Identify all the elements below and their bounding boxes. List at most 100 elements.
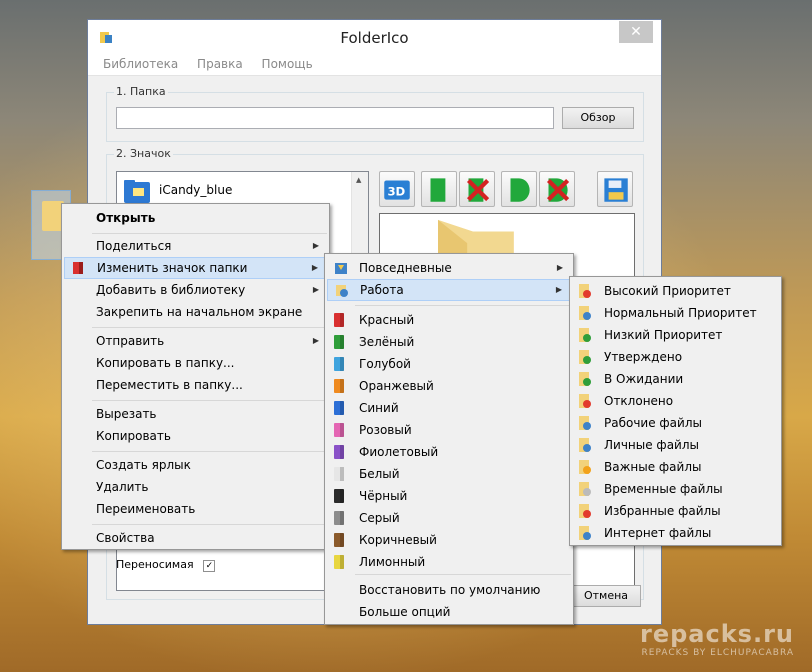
menu-item-color[interactable]: Голубой xyxy=(327,353,571,375)
close-icon: ✕ xyxy=(630,24,642,40)
menu-item-color[interactable]: Фиолетовый xyxy=(327,441,571,463)
work-submenu-item-label: Личные файлы xyxy=(604,438,699,452)
folder-path-input[interactable] xyxy=(116,107,554,129)
folder-group-label: 1. Папка xyxy=(114,85,168,98)
work-submenu-item[interactable]: Временные файлы xyxy=(572,478,779,500)
menu-item-rename[interactable]: Переименовать xyxy=(64,498,327,520)
menu-item-send-to-label: Отправить xyxy=(96,334,165,348)
menu-item-color[interactable]: Синий xyxy=(327,397,571,419)
work-submenu-item[interactable]: Личные файлы xyxy=(572,434,779,456)
cancel-button[interactable]: Отмена xyxy=(571,585,641,607)
rejected-icon xyxy=(579,394,591,408)
menu-item-color-label: Лимонный xyxy=(359,555,426,569)
colored-folder-icon xyxy=(334,511,344,525)
scroll-up-icon[interactable]: ▲ xyxy=(356,176,361,184)
work-submenu-item[interactable]: Важные файлы xyxy=(572,456,779,478)
menu-item-color[interactable]: Коричневый xyxy=(327,529,571,551)
menu-item-share[interactable]: Поделиться ▶ xyxy=(64,235,327,257)
menu-item-color-label: Фиолетовый xyxy=(359,445,439,459)
apply-icon-button[interactable] xyxy=(421,171,457,207)
status-dot xyxy=(583,444,591,452)
title-bar[interactable]: FolderIco ✕ xyxy=(88,20,661,54)
work-submenu-item[interactable]: Избранные файлы xyxy=(572,500,779,522)
menu-item-more-options[interactable]: Больше опций xyxy=(327,601,571,623)
menu-item-cut[interactable]: Вырезать xyxy=(64,403,327,425)
icon-group-label: 2. Значок xyxy=(114,147,173,160)
apply-subfolders-button[interactable] xyxy=(501,171,537,207)
menu-item-color-label: Чёрный xyxy=(359,489,408,503)
menu-item-restore-default[interactable]: Восстановить по умолчанию xyxy=(327,579,571,601)
menu-item-color[interactable]: Розовый xyxy=(327,419,571,441)
menu-item-copy[interactable]: Копировать xyxy=(64,425,327,447)
menu-item-properties[interactable]: Свойства xyxy=(64,527,327,549)
menu-item-everyday[interactable]: Повседневные ▶ xyxy=(327,257,571,279)
menu-item-color[interactable]: Зелёный xyxy=(327,331,571,353)
status-dot xyxy=(583,488,591,496)
3d-button[interactable]: 3D xyxy=(379,171,415,207)
menu-item-pin-start[interactable]: Закрепить на начальном экране xyxy=(64,301,327,323)
work-submenu-item[interactable]: Рабочие файлы xyxy=(572,412,779,434)
remove-subfolders-button[interactable] xyxy=(539,171,575,207)
menu-item-create-shortcut[interactable]: Создать ярлык xyxy=(64,454,327,476)
menu-separator xyxy=(355,305,571,306)
menu-item-open[interactable]: Открыть xyxy=(64,207,327,229)
menu-item-color[interactable]: Красный xyxy=(327,309,571,331)
menu-library[interactable]: Библиотека xyxy=(96,54,186,71)
menu-item-color-label: Коричневый xyxy=(359,533,437,547)
work-folder-icon xyxy=(336,285,348,297)
menu-item-change-folder-icon[interactable]: Изменить значок папки ▶ xyxy=(64,257,327,279)
work-submenu-item[interactable]: Интернет файлы xyxy=(572,522,779,544)
menu-item-color[interactable]: Чёрный xyxy=(327,485,571,507)
work-submenu-item-label: Избранные файлы xyxy=(604,504,721,518)
status-dot xyxy=(583,510,591,518)
folder-group: 1. Папка Обзор xyxy=(106,85,644,142)
portable-option[interactable]: Переносимая ✓ xyxy=(116,557,216,573)
menu-item-color-label: Синий xyxy=(359,401,399,415)
browse-button[interactable]: Обзор xyxy=(562,107,634,129)
remove-folder-icon xyxy=(466,178,490,202)
menu-item-color[interactable]: Белый xyxy=(327,463,571,485)
menu-separator xyxy=(355,574,571,575)
menu-item-work[interactable]: Работа ▶ xyxy=(327,279,571,301)
normal-priority-icon xyxy=(579,306,591,320)
work-submenu-item[interactable]: Высокий Приоритет xyxy=(572,280,779,302)
menu-help[interactable]: Помощь xyxy=(255,54,321,71)
menu-item-send-to[interactable]: Отправить ▶ xyxy=(64,330,327,352)
colored-folder-icon xyxy=(334,313,344,327)
portable-checkbox[interactable]: ✓ xyxy=(203,560,216,572)
work-submenu-item-label: Высокий Приоритет xyxy=(604,284,731,298)
colored-folder-icon xyxy=(334,335,344,349)
save-button[interactable] xyxy=(597,171,633,207)
colored-folder-icon xyxy=(334,445,344,459)
remove-icon-button[interactable] xyxy=(459,171,495,207)
colored-folder-icon xyxy=(334,401,344,415)
work-submenu-item[interactable]: Утверждено xyxy=(572,346,779,368)
colored-folder-icon xyxy=(334,423,344,437)
green-folder-round-icon xyxy=(510,178,530,202)
work-submenu-item[interactable]: Отклонено xyxy=(572,390,779,412)
menu-item-add-to-library-label: Добавить в библиотеку xyxy=(96,283,246,297)
work-submenu-item[interactable]: Низкий Приоритет xyxy=(572,324,779,346)
menu-item-color[interactable]: Лимонный xyxy=(327,551,571,573)
colored-folder-icon xyxy=(334,555,344,569)
menu-item-color[interactable]: Серый xyxy=(327,507,571,529)
svg-text:3D: 3D xyxy=(387,184,405,198)
menu-item-color-label: Оранжевый xyxy=(359,379,434,393)
work-submenu-item-label: Нормальный Приоритет xyxy=(604,306,757,320)
work-submenu-item[interactable]: Нормальный Приоритет xyxy=(572,302,779,324)
work-submenu-item-label: Рабочие файлы xyxy=(604,416,702,430)
menu-item-add-to-library[interactable]: Добавить в библиотеку ▶ xyxy=(64,279,327,301)
high-priority-icon xyxy=(579,284,591,298)
work-submenu-item[interactable]: В Ожидании xyxy=(572,368,779,390)
menu-item-work-label: Работа xyxy=(360,283,404,297)
menu-item-move-to-folder[interactable]: Переместить в папку... xyxy=(64,374,327,396)
menu-item-color[interactable]: Оранжевый xyxy=(327,375,571,397)
menu-item-copy-to-folder[interactable]: Копировать в папку... xyxy=(64,352,327,374)
work-submenu-item-label: Интернет файлы xyxy=(604,526,712,540)
close-button[interactable]: ✕ xyxy=(619,21,653,43)
menu-item-delete[interactable]: Удалить xyxy=(64,476,327,498)
menu-edit[interactable]: Правка xyxy=(190,54,251,71)
status-dot xyxy=(583,466,591,474)
watermark-sub: REPACKS BY ELCHUPACABRA xyxy=(641,648,794,658)
menu-item-share-label: Поделиться xyxy=(96,239,172,253)
